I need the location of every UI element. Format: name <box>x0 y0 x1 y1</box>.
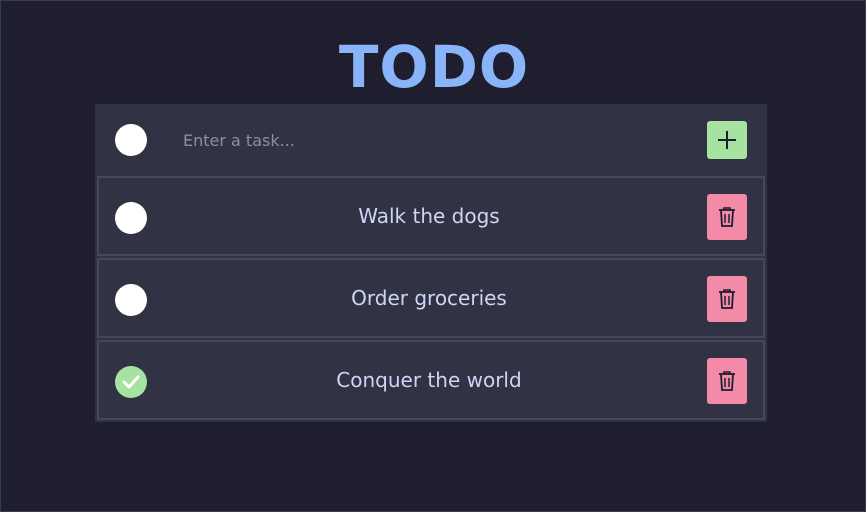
plus-icon <box>718 131 736 149</box>
trash-icon <box>719 207 735 227</box>
delete-task-button[interactable] <box>707 358 747 404</box>
task-label: Order groceries <box>351 286 507 310</box>
app-frame: TODO Walk the dogs <box>0 0 866 512</box>
list-item: Order groceries <box>97 258 765 338</box>
task-check-circle[interactable] <box>115 202 147 234</box>
add-task-button[interactable] <box>707 121 747 159</box>
trash-icon <box>719 371 735 391</box>
task-label: Conquer the world <box>336 368 522 392</box>
task-input[interactable] <box>175 124 675 156</box>
new-task-row <box>95 104 767 176</box>
checkmark-icon <box>122 375 140 389</box>
page-title: TODO <box>338 33 530 101</box>
new-task-check-circle[interactable] <box>115 124 147 156</box>
delete-task-button[interactable] <box>707 276 747 322</box>
list-item: Walk the dogs <box>97 176 765 256</box>
list-item: Conquer the world <box>97 340 765 420</box>
trash-icon <box>719 289 735 309</box>
delete-task-button[interactable] <box>707 194 747 240</box>
task-label: Walk the dogs <box>358 204 500 228</box>
task-check-circle[interactable] <box>115 284 147 316</box>
todo-panel: Walk the dogs Order groceries <box>95 104 767 422</box>
task-check-circle-done[interactable] <box>115 366 147 398</box>
